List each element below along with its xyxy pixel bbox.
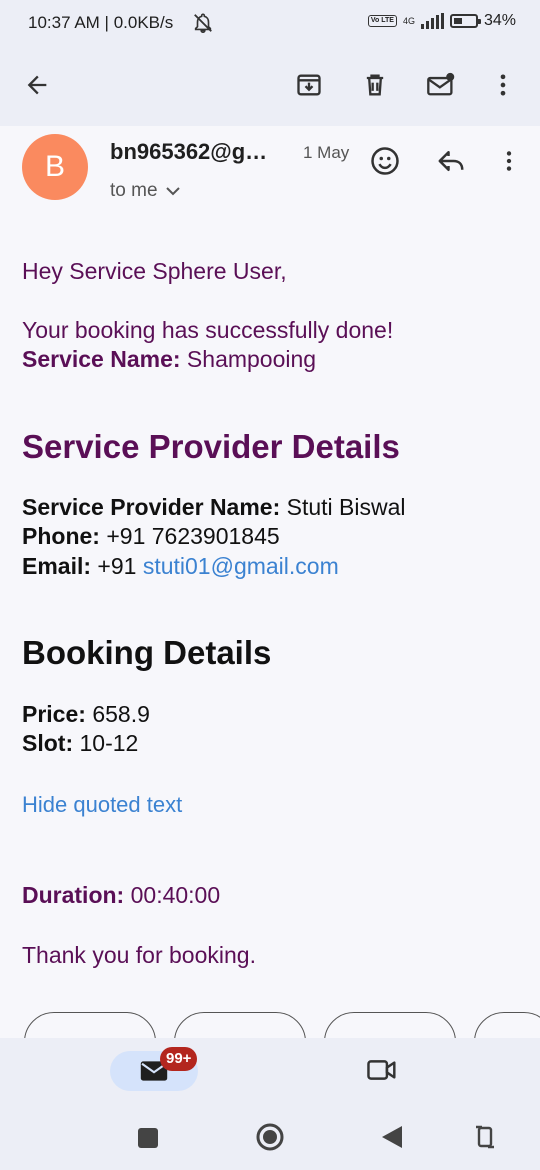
email-date: 1 May (303, 143, 350, 162)
arrow-back-icon (27, 75, 47, 95)
status-bar: 10:37 AM | 0.0KB/s Vo LTE 4G 34% (0, 0, 540, 46)
duration-label: Duration: (22, 882, 125, 908)
slot-line: Slot: 10-12 (22, 730, 138, 757)
message-more-button[interactable] (488, 140, 530, 182)
archive-icon (297, 74, 321, 96)
email-label: Email: (22, 553, 92, 579)
provider-name-label: Service Provider Name: (22, 494, 281, 520)
bottom-navigation: 99+ (0, 1038, 540, 1104)
recents-icon[interactable] (136, 1126, 160, 1150)
more-vert-icon (506, 151, 512, 171)
home-icon[interactable] (255, 1122, 285, 1152)
price-line: Price: 658.9 (22, 701, 150, 728)
service-value: Shampooing (180, 346, 317, 372)
system-navigation (0, 1104, 540, 1170)
provider-email-link[interactable]: stuti01@gmail.com (143, 553, 339, 579)
network-type: 4G (402, 16, 415, 26)
email-line: Email: +91 stuti01@gmail.com (22, 553, 339, 580)
price-label: Price: (22, 701, 86, 727)
chevron-down-icon (165, 187, 180, 196)
more-options-button[interactable] (480, 62, 526, 108)
booking-heading: Booking Details (22, 634, 272, 671)
provider-name-value: Stuti Biswal (280, 494, 406, 520)
volte-icon: Vo LTE (367, 15, 397, 27)
slot-value: 10-12 (73, 730, 139, 756)
phone-line: Phone: +91 7623901845 (22, 523, 280, 550)
recipient-details[interactable]: to me (110, 180, 180, 202)
back-button[interactable] (14, 62, 60, 108)
nav-meet[interactable] (366, 1056, 398, 1089)
email-prefix: +91 (91, 553, 143, 579)
sender-name[interactable]: bn965362@g… (110, 139, 267, 165)
videocam-icon (367, 1060, 396, 1080)
delete-button[interactable] (352, 62, 398, 108)
archive-button[interactable] (286, 62, 332, 108)
thanks-message: Thank you for booking. (22, 942, 256, 968)
battery-icon (449, 14, 481, 28)
provider-heading: Service Provider Details (22, 428, 400, 465)
price-value: 658.9 (85, 701, 150, 727)
duration-line: Duration: 00:40:00 (22, 882, 220, 909)
status-time: 10:37 AM | 0.0KB/s (28, 13, 174, 32)
provider-name-line: Service Provider Name: Stuti Biswal (22, 494, 406, 521)
rotate-icon[interactable] (474, 1124, 496, 1150)
more-vert-icon (500, 74, 506, 96)
email-toolbar (0, 46, 540, 126)
back-nav-icon[interactable] (380, 1124, 404, 1150)
reply-icon (438, 151, 464, 171)
trash-icon (366, 74, 384, 96)
hide-quoted-text-link[interactable]: Hide quoted text (22, 792, 182, 818)
status-right: Vo LTE 4G 34% (367, 12, 516, 30)
recipient-label: to me (110, 180, 158, 201)
sender-avatar[interactable]: B (22, 134, 88, 200)
notifications-off-icon (194, 13, 212, 33)
emoji-icon (371, 147, 399, 175)
greeting: Hey Service Sphere User, (22, 258, 287, 284)
phone-label: Phone: (22, 523, 100, 549)
signal-icon (420, 13, 444, 29)
reply-button[interactable] (430, 140, 472, 182)
duration-value: 00:40:00 (124, 882, 221, 908)
mark-unread-button[interactable] (418, 62, 464, 108)
mail-unread-icon (427, 72, 455, 96)
unread-badge: 99+ (160, 1047, 198, 1071)
service-name-line: Service Name: Shampooing (22, 346, 316, 373)
add-reaction-button[interactable] (364, 140, 406, 182)
slot-label: Slot: (22, 730, 74, 756)
service-label: Service Name: (22, 346, 181, 372)
success-message: Your booking has successfully done! (22, 317, 394, 343)
phone-value: +91 7623901845 (99, 523, 280, 549)
battery-level: 34% (483, 12, 516, 29)
